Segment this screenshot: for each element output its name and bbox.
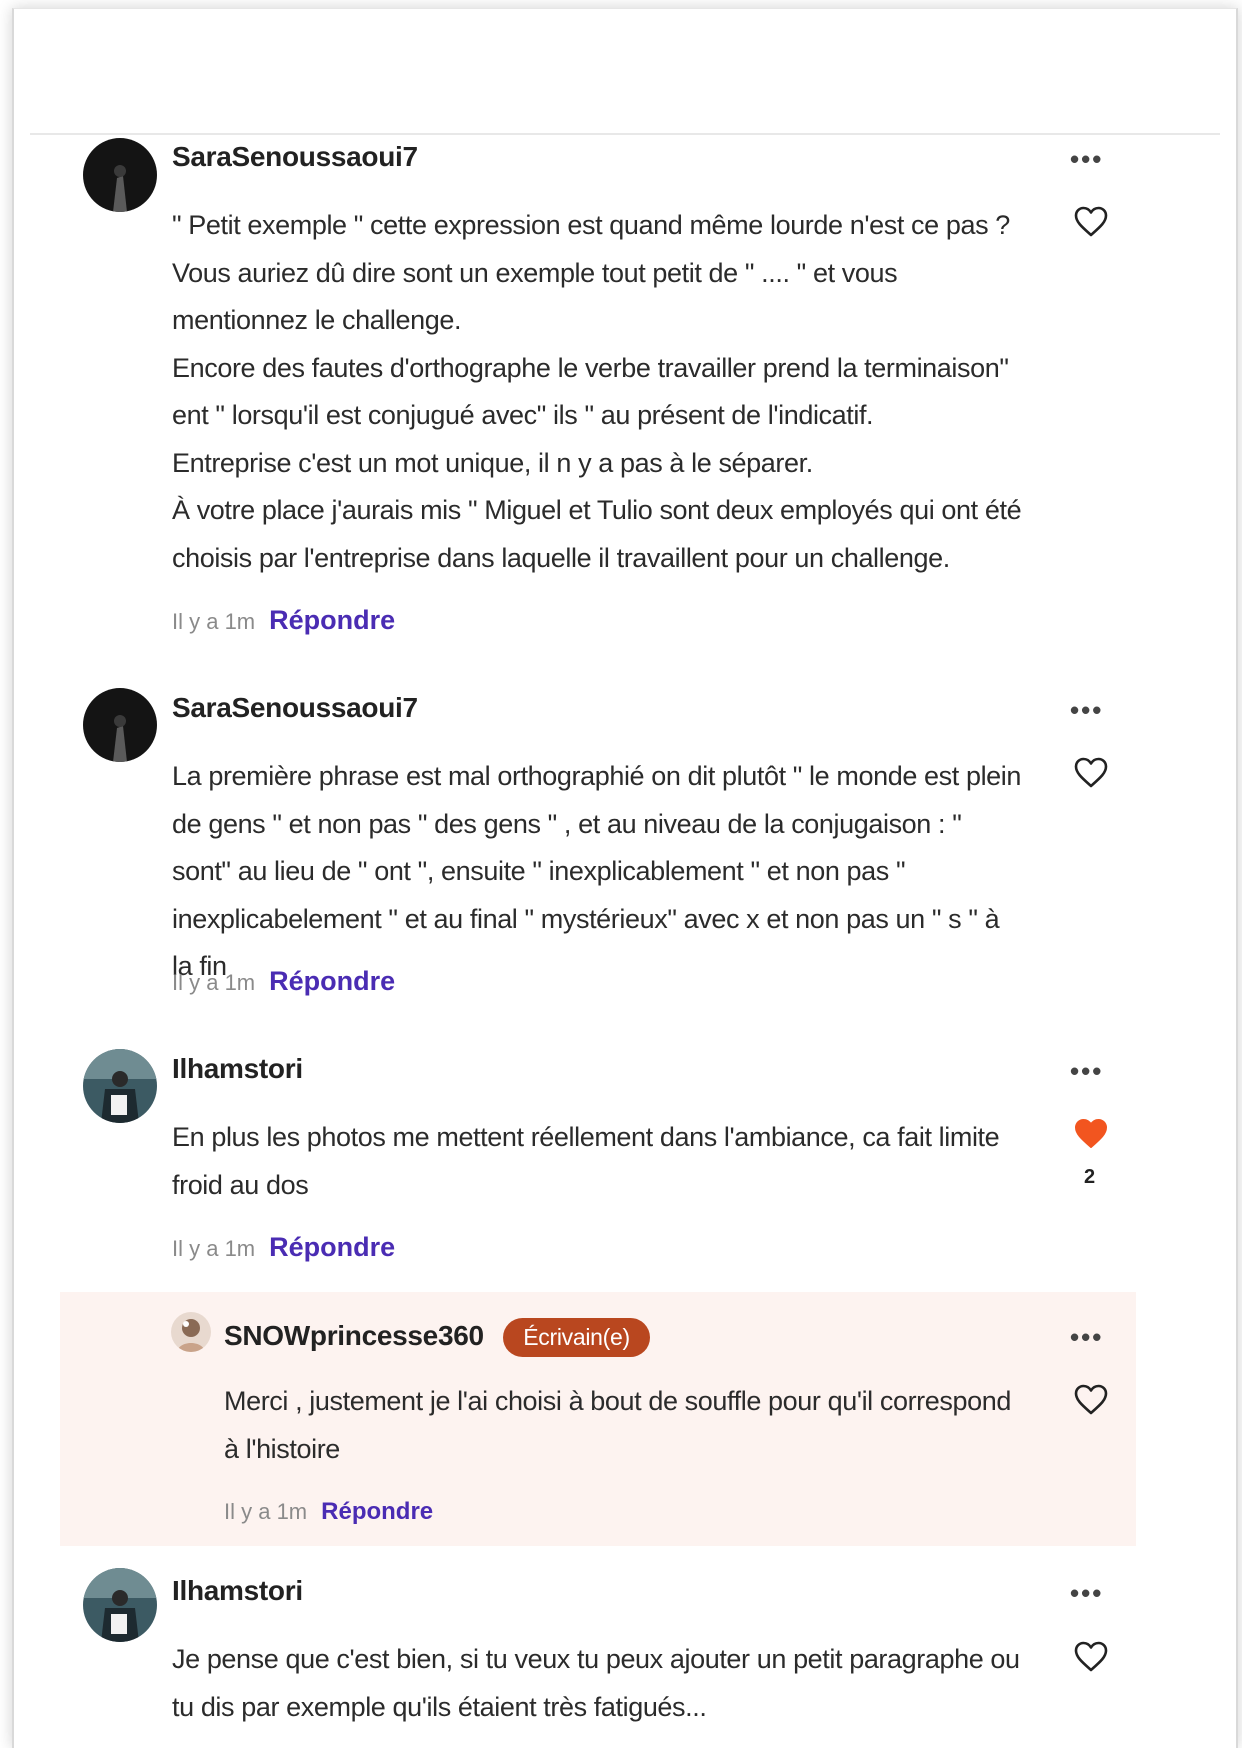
comment-meta: Il y a 1m Répondre [172, 1232, 395, 1263]
comment-username[interactable]: SaraSenoussaoui7 [172, 692, 418, 724]
reply-username: SNOWprincesse360 Écrivain(e) [224, 1318, 650, 1357]
heart-icon[interactable] [1074, 1384, 1108, 1416]
reply-meta: Il y a 1m Répondre [224, 1498, 433, 1526]
reply-button[interactable]: Répondre [269, 1232, 395, 1263]
reply-body: Merci , justement je l'ai choisi à bout … [224, 1378, 1014, 1473]
comment-text: À votre place j'aurais mis " Miguel et T… [172, 495, 1022, 573]
comment-body: La première phrase est mal orthographié … [172, 753, 1022, 991]
avatar[interactable] [171, 1312, 211, 1352]
comment-meta: Il y a 1m Répondre [172, 605, 395, 636]
avatar[interactable] [83, 1049, 157, 1123]
heart-icon[interactable] [1074, 1641, 1108, 1673]
comment-timestamp: Il y a 1m [172, 1236, 256, 1261]
header-divider [30, 133, 1220, 135]
comment-text: Encore des fautes d'orthographe le verbe… [172, 352, 1009, 431]
avatar[interactable] [83, 138, 157, 212]
avatar[interactable] [83, 688, 157, 762]
reply-button[interactable]: Répondre [269, 605, 395, 636]
comment-timestamp: Il y a 1m [172, 970, 256, 995]
more-options-icon[interactable]: ••• [1070, 1056, 1103, 1087]
comment-body: " Petit exemple " cette expression est q… [172, 202, 1022, 582]
reply-button[interactable]: Répondre [321, 1498, 433, 1526]
reply-timestamp: Il y a 1m [224, 1499, 308, 1524]
comment-text: En plus les photos me mettent réellement… [172, 1122, 1000, 1200]
heart-filled-icon[interactable] [1074, 1118, 1108, 1150]
more-options-icon[interactable]: ••• [1070, 144, 1103, 175]
avatar[interactable] [83, 1568, 157, 1642]
comment-meta: Il y a 1m Répondre [172, 966, 395, 997]
comment-text: La première phrase est mal orthographié … [172, 761, 1021, 981]
author-badge: Écrivain(e) [503, 1318, 650, 1357]
comment-timestamp: Il y a 1m [172, 609, 256, 634]
more-options-icon[interactable]: ••• [1070, 1322, 1103, 1353]
comment-username[interactable]: Ilhamstori [172, 1575, 303, 1607]
heart-icon[interactable] [1074, 757, 1108, 789]
comment-username[interactable]: Ilhamstori [172, 1053, 303, 1085]
comment-body: En plus les photos me mettent réellement… [172, 1114, 1022, 1209]
more-options-icon[interactable]: ••• [1070, 1578, 1103, 1609]
comment-body: Je pense que c'est bien, si tu veux tu p… [172, 1636, 1022, 1731]
more-options-icon[interactable]: ••• [1070, 695, 1103, 726]
reply-username-link[interactable]: SNOWprincesse360 [224, 1320, 484, 1351]
heart-icon[interactable] [1074, 206, 1108, 238]
reply-button[interactable]: Répondre [269, 966, 395, 997]
comment-text: " Petit exemple " cette expression est q… [172, 210, 1010, 335]
like-count: 2 [1084, 1166, 1096, 1188]
reply-text: Merci , justement je l'ai choisi à bout … [224, 1386, 1011, 1464]
comment-username[interactable]: SaraSenoussaoui7 [172, 141, 418, 173]
comment-text: Entreprise c'est un mot unique, il n y a… [172, 447, 813, 478]
comment-text: Je pense que c'est bien, si tu veux tu p… [172, 1644, 1020, 1722]
